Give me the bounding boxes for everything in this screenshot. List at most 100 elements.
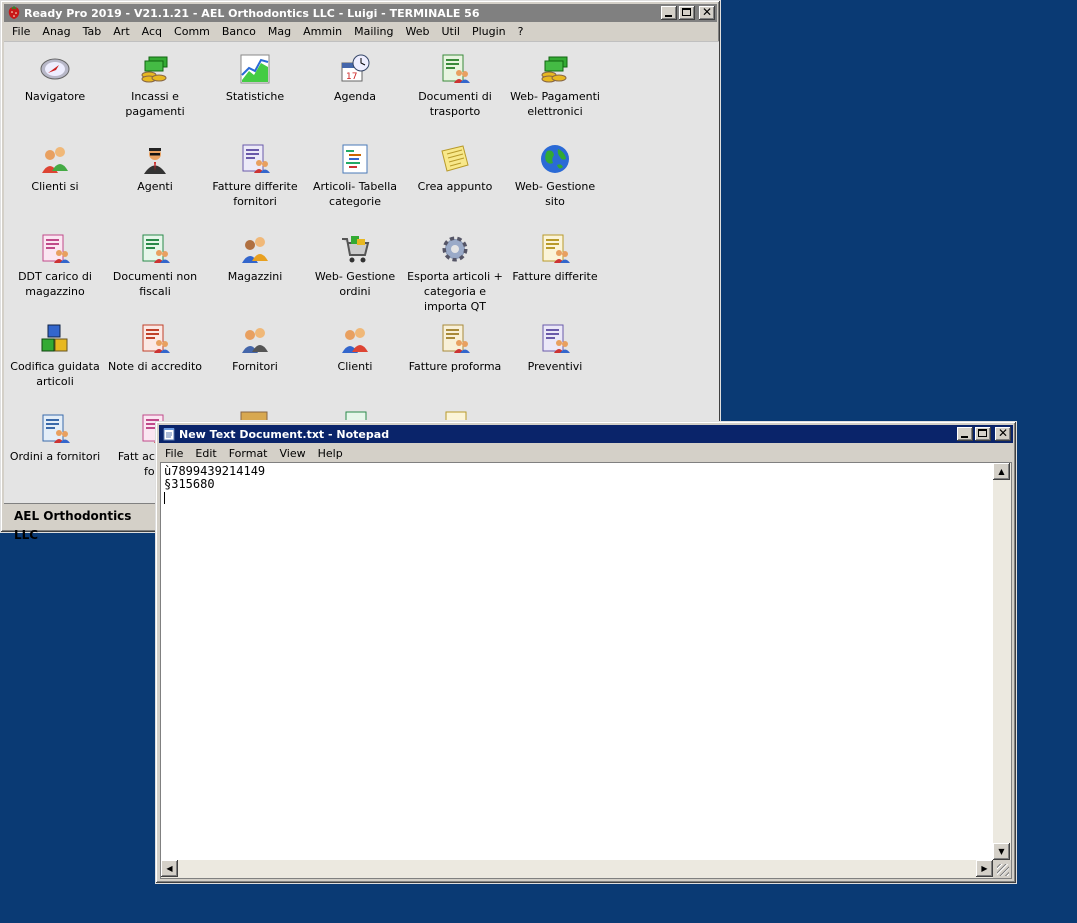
scroll-left-button[interactable]: ◀: [161, 860, 178, 877]
tile-preventivi[interactable]: Preventivi: [505, 323, 605, 374]
np-menu-format[interactable]: Format: [223, 447, 274, 460]
tile-ordini-a-fornitori[interactable]: Ordini a fornitori: [5, 413, 105, 464]
tile-codifica-guidata[interactable]: Codifica guidata articoli: [5, 323, 105, 389]
scroll-down-button[interactable]: ▼: [993, 843, 1010, 860]
tile-label: Esporta articoli + categoria e importa Q…: [407, 270, 503, 313]
navigator-icon: [40, 58, 70, 80]
status-company: AEL Orthodontics LLC: [8, 507, 156, 542]
tile-crea-appunto[interactable]: Crea appunto: [405, 143, 505, 194]
tile-incassi-pagamenti[interactable]: Incassi e pagamenti: [105, 53, 205, 119]
menu-tab[interactable]: Tab: [77, 25, 108, 38]
menu-web[interactable]: Web: [399, 25, 435, 38]
maximize-icon: [978, 429, 987, 437]
tile-label: Fatture differite fornitori: [212, 180, 298, 208]
notepad-close-button[interactable]: ✕: [995, 426, 1011, 441]
document-people-icon: [142, 234, 170, 263]
notepad-content[interactable]: ù7899439214149 §315680: [164, 465, 989, 856]
notepad-minimize-button[interactable]: [957, 427, 973, 441]
tile-articoli-tabella-categorie[interactable]: Articoli- Tabella categorie: [305, 143, 405, 209]
cart-icon: [342, 236, 370, 263]
tile-label: Ordini a fornitori: [9, 450, 101, 463]
menu-anag[interactable]: Anag: [36, 25, 76, 38]
np-menu-help[interactable]: Help: [312, 447, 349, 460]
readypro-close-button[interactable]: ✕: [699, 5, 715, 20]
tile-clienti[interactable]: Clienti: [305, 323, 405, 374]
tile-fatture-differite-fornitori[interactable]: Fatture differite fornitori: [205, 143, 305, 209]
resize-grip[interactable]: [993, 860, 1011, 878]
tile-label: Magazzini: [227, 270, 283, 283]
readypro-maximize-button[interactable]: [679, 6, 695, 20]
tile-esporta-articoli[interactable]: Esporta articoli + categoria e importa Q…: [405, 233, 505, 314]
vertical-scrollbar[interactable]: ▲ ▼: [993, 463, 1011, 860]
document-people-icon: [442, 324, 470, 353]
tile-navigatore[interactable]: Navigatore: [5, 53, 105, 104]
tile-statistiche[interactable]: Statistiche: [205, 53, 305, 104]
tile-label: Documenti di trasporto: [418, 90, 492, 118]
tile-ddt-carico-magazzino[interactable]: DDT carico di magazzino: [5, 233, 105, 299]
list-icon: [342, 144, 368, 174]
readypro-window-controls: ✕: [661, 5, 715, 20]
menu-banco[interactable]: Banco: [216, 25, 262, 38]
notepad-text-area[interactable]: ù7899439214149 §315680 ▲ ▼ ◀ ▶: [160, 462, 1012, 879]
tile-magazzini[interactable]: Magazzini: [205, 233, 305, 284]
readypro-minimize-button[interactable]: [661, 6, 677, 20]
tile-note-di-accredito[interactable]: Note di accredito: [105, 323, 205, 374]
tile-label: Codifica guidata articoli: [10, 360, 100, 388]
tile-label: Fatture differite: [512, 270, 598, 283]
scroll-right-button[interactable]: ▶: [976, 860, 993, 877]
menu-acq[interactable]: Acq: [136, 25, 168, 38]
tile-fornitori[interactable]: Fornitori: [205, 323, 305, 374]
tile-agenda[interactable]: 17 Agenda: [305, 53, 405, 104]
arrow-right-icon: ▶: [981, 864, 988, 873]
notepad-title: New Text Document.txt - Notepad: [179, 427, 390, 441]
text-line: §315680: [164, 477, 215, 491]
tile-web-gestione-ordini[interactable]: Web- Gestione ordini: [305, 233, 405, 299]
menu-file[interactable]: File: [6, 25, 36, 38]
tile-clienti-si[interactable]: Clienti si: [5, 143, 105, 194]
notepad-titlebar[interactable]: New Text Document.txt - Notepad ✕: [159, 425, 1013, 443]
tile-label: Fornitori: [232, 360, 278, 373]
np-menu-file[interactable]: File: [159, 447, 189, 460]
document-people-icon: [242, 144, 270, 173]
menu-util[interactable]: Util: [435, 25, 465, 38]
scroll-up-button[interactable]: ▲: [993, 463, 1010, 480]
money-icon: [541, 56, 568, 83]
tile-documenti-non-fiscali[interactable]: Documenti non fiscali: [105, 233, 205, 299]
readypro-menubar: File Anag Tab Art Acq Comm Banco Mag Amm…: [6, 21, 529, 41]
document-icon: [345, 411, 367, 420]
document-people-icon: [442, 54, 470, 83]
readypro-title: Ready Pro 2019 - V21.1.21 - AEL Orthodon…: [24, 6, 480, 20]
tile-fatture-differite[interactable]: Fatture differite: [505, 233, 605, 284]
horizontal-scrollbar[interactable]: ◀ ▶: [161, 860, 993, 878]
people-icon: [42, 147, 68, 173]
menu-mag[interactable]: Mag: [262, 25, 297, 38]
tile-label: Clienti si: [31, 180, 79, 193]
document-icon: [445, 411, 467, 420]
tile-web-pagamenti[interactable]: Web- Pagamenti elettronici: [505, 53, 605, 119]
menu-ammin[interactable]: Ammin: [297, 25, 348, 38]
menu-help[interactable]: ?: [512, 25, 530, 38]
tile-documenti-trasporto[interactable]: Documenti di trasporto: [405, 53, 505, 119]
menu-plugin[interactable]: Plugin: [466, 25, 512, 38]
tile-agenti[interactable]: Agenti: [105, 143, 205, 194]
notepad-maximize-button[interactable]: [975, 427, 991, 441]
tile-web-gestione-sito[interactable]: Web- Gestione sito: [505, 143, 605, 209]
readypro-titlebar[interactable]: Ready Pro 2019 - V21.1.21 - AEL Orthodon…: [4, 4, 717, 22]
document-people-icon: [542, 234, 570, 263]
app-logo-icon: [8, 6, 20, 19]
menu-art[interactable]: Art: [107, 25, 135, 38]
calendar-icon: 17: [341, 54, 370, 82]
close-icon: ✕: [701, 5, 713, 19]
note-icon: [441, 145, 469, 172]
globe-icon: [541, 145, 569, 173]
tile-fatture-proforma[interactable]: Fatture proforma: [405, 323, 505, 374]
np-menu-edit[interactable]: Edit: [189, 447, 222, 460]
tile-label: Fatture proforma: [408, 360, 502, 373]
people-icon: [342, 328, 368, 353]
tile-label: Crea appunto: [417, 180, 493, 193]
np-menu-view[interactable]: View: [274, 447, 312, 460]
menu-mailing[interactable]: Mailing: [348, 25, 399, 38]
tile-label: Preventivi: [527, 360, 583, 373]
document-people-icon: [42, 234, 70, 263]
menu-comm[interactable]: Comm: [168, 25, 216, 38]
